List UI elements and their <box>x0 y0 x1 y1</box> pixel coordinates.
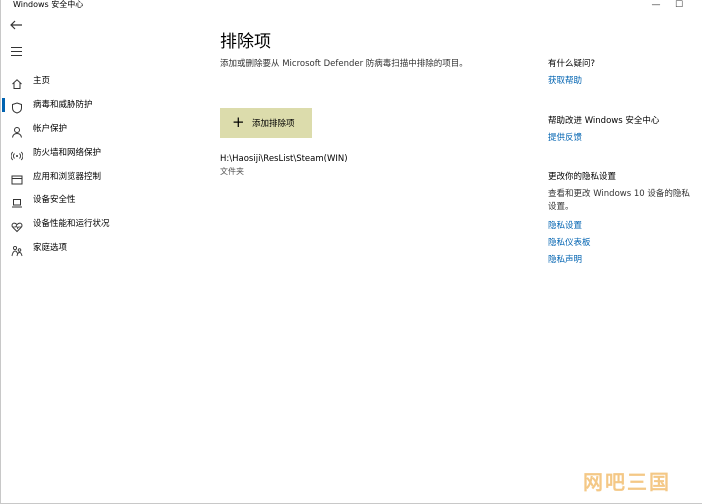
sidebar-item-account[interactable]: 帐户保护 <box>1 119 201 139</box>
sidebar-item-label: 设备性能和运行状况 <box>33 219 110 229</box>
plus-icon: + <box>232 113 245 131</box>
sidebar-item-family[interactable]: 家庭选项 <box>1 238 201 258</box>
maximize-button[interactable]: ☐ <box>669 0 689 10</box>
sidebar-item-home[interactable]: 主页 <box>1 71 201 91</box>
feedback-section: 帮助改进 Windows 安全中心 提供反馈 <box>548 114 698 143</box>
app-window-icon <box>11 171 23 185</box>
exclusion-path: H:\Haosiji\ResList\Steam(WIN) <box>220 154 348 164</box>
sidebar-item-device-security[interactable]: 设备安全性 <box>1 190 201 210</box>
privacy-heading: 更改你的隐私设置 <box>548 172 617 182</box>
sidebar-item-label: 病毒和威胁防护 <box>33 100 93 110</box>
heart-icon <box>11 218 23 233</box>
person-icon <box>11 123 23 138</box>
privacy-settings-link[interactable]: 隐私设置 <box>548 219 698 231</box>
privacy-section: 更改你的隐私设置 查看和更改 Windows 10 设备的隐私设置。 隐私设置 … <box>548 170 698 265</box>
wifi-icon <box>10 147 24 161</box>
hamburger-icon[interactable] <box>9 44 25 58</box>
title-bar: Windows 安全中心 — ☐ <box>1 0 702 12</box>
sidebar-item-virus-protection[interactable]: 病毒和威胁防护 <box>1 95 201 115</box>
sidebar-item-label: 主页 <box>33 76 51 86</box>
help-section: 有什么疑问? 获取帮助 <box>548 57 698 86</box>
sidebar-item-label: 设备安全性 <box>33 195 76 205</box>
privacy-dashboard-link[interactable]: 隐私仪表板 <box>548 236 698 248</box>
exclusion-type: 文件夹 <box>220 167 244 176</box>
page-title: 排除项 <box>220 32 271 52</box>
help-heading: 有什么疑问? <box>548 59 596 69</box>
feedback-heading: 帮助改进 Windows 安全中心 <box>548 116 660 126</box>
shield-icon <box>11 99 23 114</box>
sidebar-item-device-performance[interactable]: 设备性能和运行状况 <box>1 214 201 234</box>
sidebar-item-label: 家庭选项 <box>33 243 68 253</box>
add-exclusion-label: 添加排除项 <box>252 119 295 129</box>
get-help-link[interactable]: 获取帮助 <box>548 74 698 86</box>
window-title: Windows 安全中心 <box>13 0 84 9</box>
sidebar-item-firewall[interactable]: 防火墙和网络保护 <box>1 143 201 163</box>
sidebar-item-app-browser[interactable]: 应用和浏览器控制 <box>1 167 201 187</box>
watermark-logo: 网吧三国 <box>583 470 671 494</box>
sidebar-item-label: 防火墙和网络保护 <box>33 148 102 158</box>
family-icon <box>11 242 23 257</box>
sidebar-item-label: 应用和浏览器控制 <box>33 172 102 182</box>
sidebar-item-label: 帐户保护 <box>33 124 68 134</box>
privacy-text: 查看和更改 Windows 10 设备的隐私设置。 <box>548 189 690 212</box>
home-icon <box>11 75 23 89</box>
minimize-button[interactable]: — <box>646 0 666 10</box>
privacy-statement-link[interactable]: 隐私声明 <box>548 253 698 265</box>
add-exclusion-button[interactable]: + 添加排除项 <box>220 108 312 138</box>
window: Windows 安全中心 — ☐ 主页 病毒和威胁防护 帐户保护 防火墙和网络保… <box>0 0 702 504</box>
page-description: 添加或删除要从 Microsoft Defender 防病毒扫描中排除的项目。 <box>220 59 468 69</box>
give-feedback-link[interactable]: 提供反馈 <box>548 131 698 143</box>
back-arrow-icon[interactable] <box>9 18 25 34</box>
laptop-icon <box>11 194 23 208</box>
